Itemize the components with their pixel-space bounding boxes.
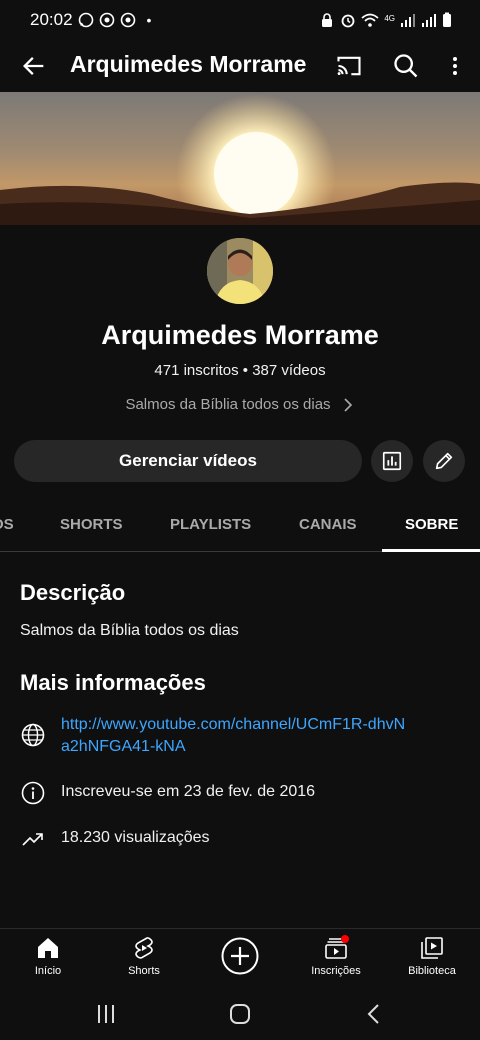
manage-videos-button[interactable]: Gerenciar vídeos (14, 440, 362, 482)
battery-icon (443, 12, 451, 27)
pencil-icon (435, 452, 453, 470)
channel-link-row: http://www.youtube.com/channel/UCmF1R-dh… (20, 714, 411, 758)
signal-icon-2 (422, 14, 436, 27)
app-bar: Arquimedes Morrame (0, 40, 480, 92)
whatsapp-icon (78, 12, 93, 28)
channel-tabs: OS SHORTS PLAYLISTS CANAIS SOBRE (0, 500, 480, 552)
shorts-icon (135, 937, 153, 959)
joined-date: Inscreveu-se em 23 de fev. de 2016 (61, 783, 316, 800)
lock-icon (322, 13, 333, 27)
nav-subscriptions-label: Inscrições (311, 965, 361, 977)
channel-banner (0, 92, 480, 225)
status-time: 20:02 (30, 10, 73, 29)
channel-link[interactable]: http://www.youtube.com/channel/UCmF1R-dh… (61, 714, 411, 758)
recent-apps-icon[interactable] (94, 1002, 118, 1026)
home-button-icon[interactable] (228, 1002, 252, 1026)
description-heading: Descrição (20, 580, 126, 605)
nav-shorts[interactable]: Shorts (96, 935, 192, 977)
chrome-icon-2 (120, 12, 135, 28)
analytics-button[interactable] (371, 440, 413, 482)
globe-icon (21, 723, 45, 747)
nav-library-label: Biblioteca (408, 965, 456, 977)
nav-subscriptions[interactable]: Inscrições (288, 935, 384, 977)
status-bar: 20:02 • 4G (0, 0, 480, 40)
more-info-heading: Mais informações (20, 670, 206, 695)
system-back-icon[interactable] (362, 1002, 386, 1026)
tab-playlists[interactable]: PLAYLISTS (170, 516, 251, 533)
tab-channels[interactable]: CANAIS (299, 516, 357, 533)
alarm-icon (341, 14, 355, 28)
tagline-text: Salmos da Bíblia todos os dias (125, 396, 331, 413)
signal-icon (401, 14, 415, 27)
edit-channel-button[interactable] (423, 440, 465, 482)
more-options-icon[interactable] (443, 52, 467, 80)
description-text: Salmos da Bíblia todos os dias (20, 622, 239, 639)
tab-about[interactable]: SOBRE (405, 516, 458, 533)
avatar-image (207, 238, 273, 304)
bottom-navigation: Início Shorts Inscrições Biblioteca (0, 928, 480, 992)
tab-videos[interactable]: OS (0, 516, 14, 533)
trending-up-icon (22, 833, 43, 846)
chevron-right-icon (343, 397, 352, 412)
sunset-banner-image (0, 94, 480, 225)
analytics-icon (382, 451, 402, 471)
subscriptions-icon (325, 935, 349, 959)
channel-name: Arquimedes Morrame (101, 320, 379, 350)
view-count: 18.230 visualizações (61, 829, 210, 846)
nav-home[interactable]: Início (0, 935, 96, 977)
page-title: Arquimedes Morrame (70, 51, 307, 77)
back-arrow-icon[interactable] (20, 52, 48, 80)
nav-shorts-label: Shorts (128, 965, 160, 977)
home-icon (38, 938, 58, 958)
nav-home-label: Início (34, 965, 62, 977)
channel-tagline[interactable]: Salmos da Bíblia todos os dias (0, 396, 480, 413)
nav-library[interactable]: Biblioteca (384, 935, 480, 977)
search-icon[interactable] (392, 52, 420, 80)
tab-shorts[interactable]: SHORTS (60, 516, 123, 533)
library-icon (421, 937, 443, 959)
wifi-icon (361, 13, 379, 27)
chrome-icon (99, 12, 114, 28)
create-icon[interactable] (221, 937, 259, 975)
network-type: 4G (384, 14, 395, 23)
channel-avatar[interactable] (207, 238, 273, 304)
views-row: 18.230 visualizações (20, 826, 210, 852)
active-tab-indicator (382, 549, 480, 552)
status-dot: • (146, 12, 152, 28)
cast-icon[interactable] (335, 52, 363, 80)
joined-row: Inscreveu-se em 23 de fev. de 2016 (20, 780, 315, 806)
info-icon (21, 781, 45, 805)
system-navigation-bar (0, 992, 480, 1040)
channel-stats: 471 inscritos • 387 vídeos (154, 362, 326, 379)
